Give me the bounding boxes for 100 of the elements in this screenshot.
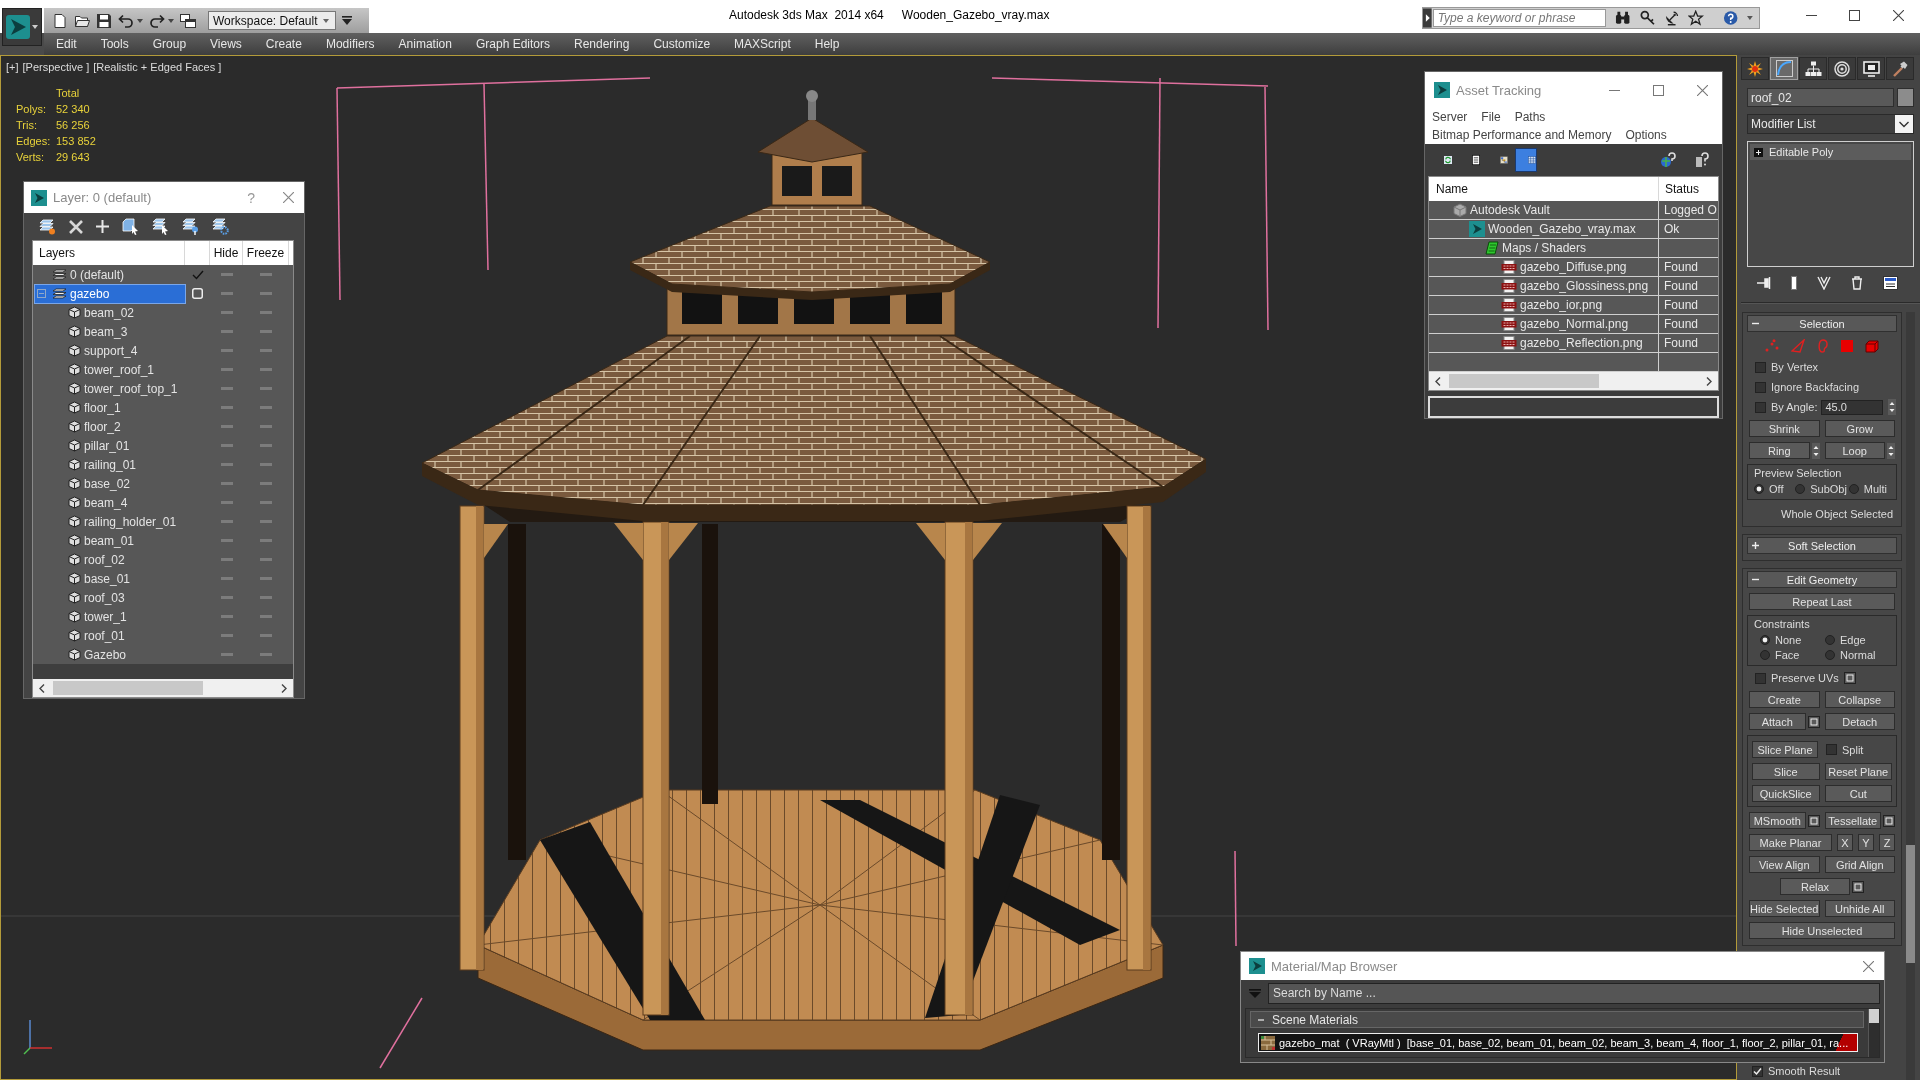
pillar[interactable] bbox=[916, 521, 1002, 1016]
object-name-field[interactable]: roof_02 bbox=[1747, 88, 1894, 107]
spinner-icon[interactable] bbox=[1811, 442, 1820, 459]
scroll-right-icon[interactable] bbox=[281, 683, 287, 693]
caret-icon[interactable] bbox=[168, 18, 174, 23]
menu-item[interactable]: Edit bbox=[44, 37, 89, 51]
options-icon[interactable] bbox=[1807, 814, 1820, 827]
spinner-icon[interactable] bbox=[1887, 442, 1895, 459]
panel-tab[interactable] bbox=[1799, 57, 1827, 80]
vertical-scrollbar[interactable] bbox=[1868, 1009, 1879, 1057]
panel-button[interactable]: MSmooth bbox=[1749, 812, 1806, 829]
menu-item[interactable]: Group bbox=[140, 37, 199, 51]
minimize-icon[interactable] bbox=[1806, 14, 1818, 16]
axis-button[interactable]: X bbox=[1837, 834, 1853, 851]
scrollbar-thumb[interactable] bbox=[1906, 845, 1915, 963]
checkbox[interactable] bbox=[1755, 672, 1766, 684]
panel-button[interactable]: Ring bbox=[1749, 442, 1810, 459]
cube-cursor-icon[interactable] bbox=[122, 218, 139, 235]
column-header[interactable]: Name bbox=[1429, 177, 1659, 201]
horizontal-scrollbar[interactable] bbox=[1429, 372, 1718, 390]
menu-item[interactable]: Server bbox=[1432, 110, 1468, 124]
asset-item[interactable]: Autodesk Vault bbox=[1429, 201, 1659, 219]
undo-icon[interactable] bbox=[118, 12, 134, 29]
close-icon[interactable] bbox=[1697, 84, 1708, 96]
object-item[interactable]: railing_holder_01 bbox=[35, 512, 185, 531]
caret-icon[interactable] bbox=[1747, 16, 1753, 20]
viewport-label[interactable]: [Realistic + Edged Faces ] bbox=[93, 61, 222, 73]
menu-item[interactable]: Animation bbox=[386, 37, 464, 51]
panel-button[interactable]: Tessellate bbox=[1824, 812, 1881, 829]
object-item[interactable]: Gazebo bbox=[35, 645, 185, 664]
layer-item[interactable]: gazebo bbox=[35, 284, 185, 303]
panel-tab[interactable] bbox=[1828, 57, 1856, 80]
panel-button[interactable]: Create bbox=[1749, 691, 1820, 708]
asset-item[interactable]: gazebo_Normal.png bbox=[1429, 315, 1659, 333]
radio-button[interactable] bbox=[1760, 650, 1770, 660]
panel-tab[interactable] bbox=[1741, 57, 1769, 80]
search-field[interactable]: Type a keyword or phrase bbox=[1432, 9, 1607, 27]
cupola[interactable] bbox=[757, 90, 869, 206]
object-item[interactable]: beam_02 bbox=[35, 303, 185, 322]
panel-button[interactable]: Unhide All bbox=[1824, 900, 1895, 917]
path-field[interactable] bbox=[1428, 396, 1719, 418]
object-item[interactable]: tower_roof_1 bbox=[35, 360, 185, 379]
redo-icon[interactable] bbox=[149, 12, 165, 29]
checkbox[interactable] bbox=[1755, 361, 1766, 373]
scrollbar-thumb[interactable] bbox=[1449, 374, 1599, 388]
object-item[interactable]: pillar_01 bbox=[35, 436, 185, 455]
asset-item[interactable]: gazebo_Reflection.png bbox=[1429, 334, 1659, 352]
scrollbar-thumb[interactable] bbox=[1869, 1009, 1879, 1023]
object-item[interactable]: tower_roof_top_1 bbox=[35, 379, 185, 398]
panel-button[interactable]: Attach bbox=[1749, 713, 1806, 730]
scroll-left-icon[interactable] bbox=[1435, 376, 1441, 386]
options-icon[interactable] bbox=[1852, 880, 1864, 893]
viewport-label[interactable]: [Perspective ] bbox=[22, 61, 90, 73]
pillar[interactable] bbox=[1102, 524, 1120, 860]
radio-button[interactable] bbox=[1754, 484, 1764, 494]
close-icon[interactable] bbox=[1892, 9, 1904, 21]
check-icon[interactable] bbox=[191, 269, 204, 280]
object-item[interactable]: floor_1 bbox=[35, 398, 185, 417]
pillar[interactable] bbox=[1103, 505, 1152, 971]
menu-item[interactable]: Rendering bbox=[562, 37, 642, 51]
checkbox[interactable] bbox=[1826, 744, 1837, 755]
object-item[interactable]: roof_03 bbox=[35, 588, 185, 607]
light-gizmo-line[interactable] bbox=[336, 77, 651, 89]
object-item[interactable]: beam_3 bbox=[35, 322, 185, 341]
layer-item[interactable]: 0 (default) bbox=[35, 265, 185, 284]
options-icon[interactable] bbox=[1807, 715, 1820, 728]
angle-field[interactable]: 45.0 bbox=[1821, 399, 1884, 415]
horizontal-scrollbar[interactable] bbox=[33, 679, 293, 697]
scroll-left-icon[interactable] bbox=[39, 683, 45, 693]
panel-button[interactable]: View Align bbox=[1749, 856, 1820, 873]
panel-button[interactable]: Hide Unselected bbox=[1749, 922, 1895, 939]
light-gizmo-line[interactable] bbox=[991, 77, 1269, 87]
maximize-icon[interactable] bbox=[1653, 84, 1664, 96]
menu-item[interactable]: Paths bbox=[1514, 110, 1546, 124]
bin-icon[interactable] bbox=[1851, 276, 1863, 290]
object-item[interactable]: support_4 bbox=[35, 341, 185, 360]
vertex-dots-icon[interactable] bbox=[1765, 339, 1779, 353]
rollout-header[interactable]: Selection bbox=[1747, 315, 1897, 332]
light-gizmo-line[interactable] bbox=[1264, 86, 1269, 331]
binoculars-icon[interactable] bbox=[1615, 10, 1631, 26]
asset-item[interactable]: Wooden_Gazebo_vray.max bbox=[1429, 220, 1659, 238]
plus-icon[interactable] bbox=[96, 220, 109, 233]
asset-item[interactable]: Maps / Shaders bbox=[1429, 239, 1659, 257]
panel-button[interactable]: Grid Align bbox=[1824, 856, 1895, 873]
asset-item[interactable]: gazebo_Diffuse.png bbox=[1429, 258, 1659, 276]
scrollbar-thumb[interactable] bbox=[53, 681, 203, 695]
object-item[interactable]: beam_4 bbox=[35, 493, 185, 512]
panel-button[interactable]: QuickSlice bbox=[1752, 785, 1820, 802]
panel-button[interactable]: Repeat Last bbox=[1749, 593, 1895, 610]
menu-item[interactable]: Help bbox=[802, 37, 852, 51]
panel-button[interactable]: Slice Plane bbox=[1752, 741, 1818, 758]
menu-item[interactable]: File bbox=[1481, 110, 1501, 124]
options-icon[interactable] bbox=[1883, 814, 1895, 827]
scroll-right-icon[interactable] bbox=[1706, 376, 1712, 386]
pin-icon[interactable] bbox=[1757, 277, 1771, 289]
main-roof[interactable] bbox=[421, 335, 1207, 522]
fork-icon[interactable] bbox=[1817, 276, 1831, 290]
tower-roof[interactable] bbox=[629, 205, 991, 336]
layers-star-icon[interactable] bbox=[39, 218, 56, 235]
expand-icon[interactable] bbox=[1754, 147, 1763, 157]
